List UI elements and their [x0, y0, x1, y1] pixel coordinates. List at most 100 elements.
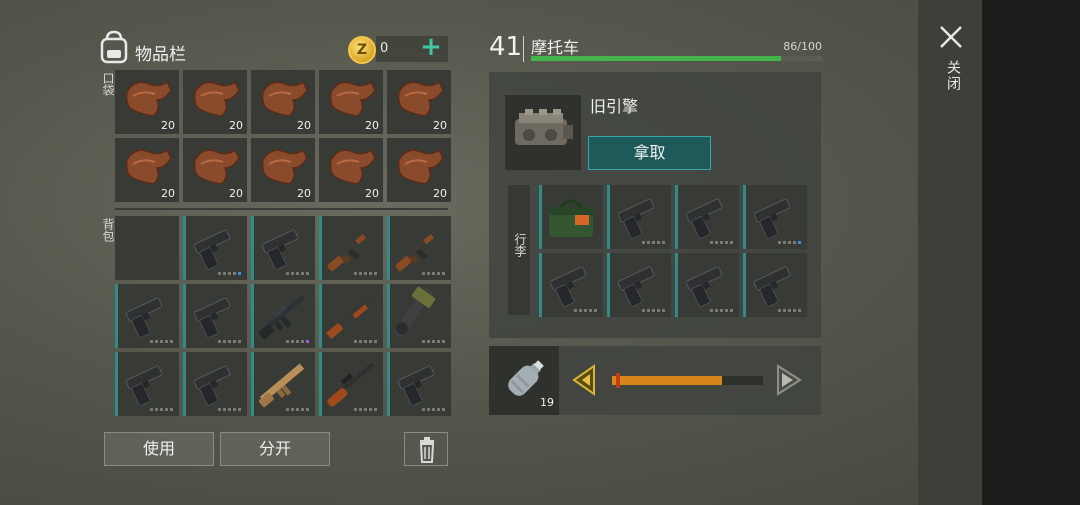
pistol-icon	[125, 365, 163, 407]
add-coins-button[interactable]: +	[418, 34, 444, 61]
inventory-slot[interactable]	[115, 284, 179, 348]
inventory-slot[interactable]	[607, 253, 671, 317]
decrease-arrow-icon[interactable]	[570, 364, 602, 396]
durability-dots	[218, 408, 241, 411]
inventory-slot[interactable]: 20	[115, 70, 179, 134]
inventory-slot[interactable]: 20	[115, 138, 179, 202]
medkit-icon	[549, 199, 593, 237]
item-quantity: 20	[229, 187, 243, 200]
pistol-icon	[193, 229, 231, 271]
close-icon[interactable]	[938, 24, 964, 50]
vehicle-separator	[523, 36, 524, 62]
backpack-grid	[115, 216, 451, 416]
inventory-slot[interactable]: 20	[183, 138, 247, 202]
durability-dots	[642, 241, 665, 244]
coin-icon: Z	[348, 36, 376, 64]
pistol-icon	[685, 266, 723, 308]
vehicle-capacity-fill	[531, 56, 782, 61]
inventory-slot[interactable]	[743, 253, 807, 317]
screen-edge	[982, 0, 1080, 505]
inventory-slot[interactable]	[675, 253, 739, 317]
split-slider-thumb[interactable]	[616, 373, 620, 388]
inventory-slot[interactable]	[539, 185, 603, 249]
inventory-slot[interactable]	[607, 185, 671, 249]
durability-dots	[574, 309, 597, 312]
durability-dots	[150, 340, 173, 343]
engine-slot[interactable]	[505, 95, 581, 170]
inventory-slot[interactable]: 20	[251, 138, 315, 202]
inventory-slot[interactable]: 20	[387, 70, 451, 134]
item-quantity: 20	[297, 119, 311, 132]
item-quantity: 20	[161, 187, 175, 200]
inventory-slot[interactable]: 20	[183, 70, 247, 134]
item-quantity: 20	[365, 187, 379, 200]
durability-dots	[642, 309, 665, 312]
durability-dots	[286, 272, 309, 275]
durability-dots	[354, 272, 377, 275]
pistol-icon	[685, 198, 723, 240]
item-quantity: 20	[297, 187, 311, 200]
scar-icon	[258, 363, 305, 408]
inventory-slot[interactable]: 20	[319, 70, 383, 134]
inventory-slot[interactable]	[319, 216, 383, 280]
pistol-icon	[193, 297, 231, 339]
item-quantity: 20	[433, 119, 447, 132]
vehicle-name: 摩托车	[531, 38, 580, 57]
durability-dots	[150, 408, 173, 411]
vehicle-capacity: 86/100	[783, 40, 822, 53]
inventory-slot[interactable]	[319, 284, 383, 348]
inventory-slot[interactable]	[319, 352, 383, 416]
split-button[interactable]: 分开	[220, 432, 330, 466]
ak-icon	[326, 228, 372, 272]
inventory-header: 物品栏 Z 0 +	[98, 30, 448, 65]
item-quantity: 20	[433, 187, 447, 200]
pistol-icon	[549, 266, 587, 308]
use-button[interactable]: 使用	[104, 432, 214, 466]
empty-slot[interactable]	[115, 216, 179, 280]
durability-dots	[354, 408, 377, 411]
inventory-slot[interactable]	[675, 185, 739, 249]
inventory-slot[interactable]	[539, 253, 603, 317]
pistol-icon	[617, 198, 655, 240]
inventory-slot[interactable]	[183, 352, 247, 416]
inventory-slot[interactable]: 20	[387, 138, 451, 202]
take-button[interactable]: 拿取	[588, 136, 711, 170]
pistol-icon	[125, 297, 163, 339]
inventory-slot[interactable]	[251, 352, 315, 416]
close-label[interactable]: 关闭	[943, 60, 963, 92]
inventory-slot[interactable]: 20	[251, 70, 315, 134]
pistol-icon	[261, 229, 299, 271]
inventory-slot[interactable]	[183, 284, 247, 348]
durability-dots	[422, 272, 445, 275]
inventory-slot[interactable]	[115, 352, 179, 416]
section-divider	[115, 208, 448, 210]
pistol-icon	[753, 266, 791, 308]
engine-icon	[515, 109, 573, 145]
inventory-slot[interactable]	[743, 185, 807, 249]
increase-arrow-icon[interactable]	[772, 364, 804, 396]
inventory-slot[interactable]	[387, 216, 451, 280]
luggage-label: 行李	[513, 233, 527, 257]
trash-button[interactable]	[404, 432, 448, 466]
sniper-icon	[327, 362, 375, 407]
inventory-slot[interactable]	[251, 216, 315, 280]
pistol-icon	[617, 266, 655, 308]
inventory-slot[interactable]	[251, 284, 315, 348]
inventory-slot[interactable]	[387, 284, 451, 348]
pistol-icon	[193, 365, 231, 407]
durability-dots	[286, 340, 309, 343]
durability-dots	[218, 272, 241, 275]
inventory-slot[interactable]	[183, 216, 247, 280]
luggage-label-box: 行李	[508, 185, 530, 315]
vehicle-level: 41	[489, 32, 523, 62]
durability-dots	[354, 340, 377, 343]
split-slider-fill	[612, 376, 723, 385]
durability-dots	[710, 309, 733, 312]
split-slider-track[interactable]	[612, 376, 763, 385]
durability-dots	[422, 408, 445, 411]
inventory-slot[interactable]: 20	[319, 138, 383, 202]
pistol-icon	[753, 198, 791, 240]
inventory-slot[interactable]	[387, 352, 451, 416]
pocket-grid: 20 20 20 20 20 20 20 20 20 20	[115, 70, 451, 202]
durability-dots	[778, 309, 801, 312]
